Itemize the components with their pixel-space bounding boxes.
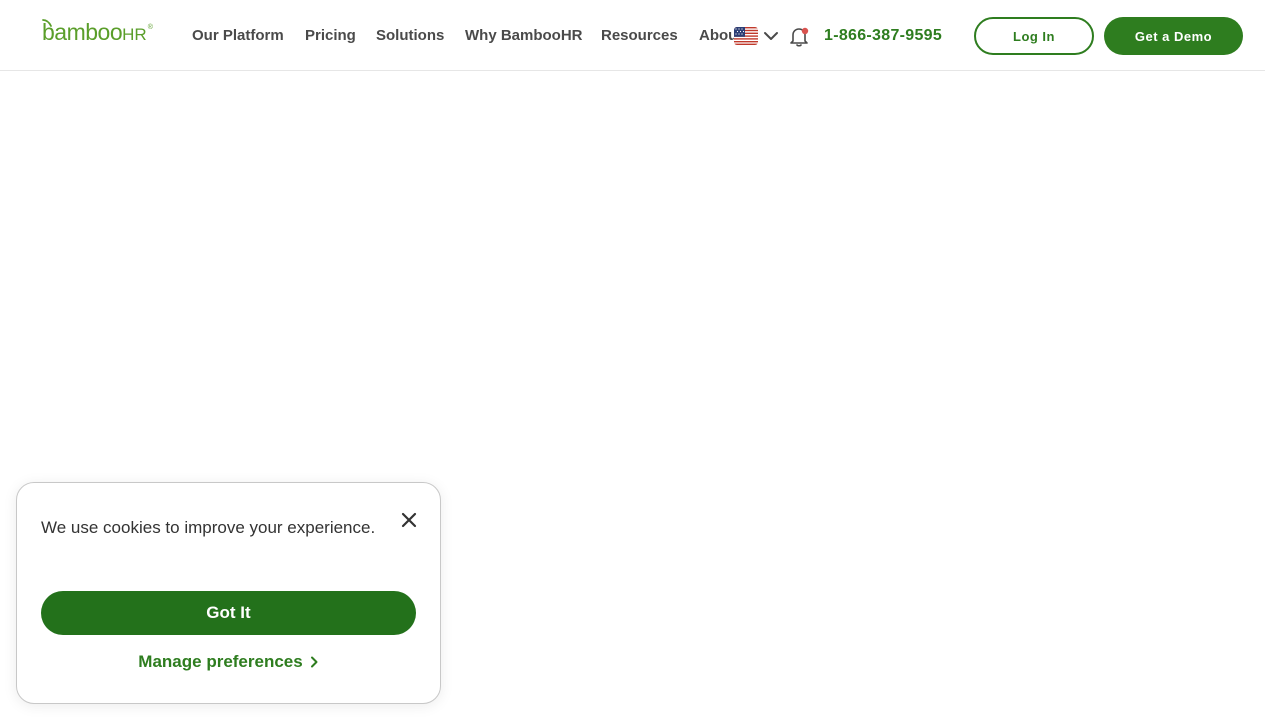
- nav-why-bamboohr[interactable]: Why BambooHR: [465, 26, 583, 46]
- nav-solutions[interactable]: Solutions: [376, 26, 444, 46]
- logo-text: bambooHR: [42, 21, 147, 46]
- us-flag-icon[interactable]: [734, 27, 758, 45]
- logo-registered-mark: ®: [147, 24, 153, 31]
- bell-icon[interactable]: [787, 24, 811, 48]
- close-icon[interactable]: [399, 510, 419, 530]
- login-button[interactable]: Log In: [974, 17, 1094, 55]
- main-nav: Our Platform Pricing Solutions Why Bambo…: [192, 26, 738, 48]
- phone-link[interactable]: 1-866-387-9595: [824, 25, 942, 47]
- logo-main: bamboo: [42, 19, 123, 45]
- bamboohr-logo[interactable]: bambooHR ®: [42, 19, 153, 46]
- manage-preferences-link[interactable]: Manage preferences: [17, 651, 440, 673]
- manage-preferences-label: Manage preferences: [138, 652, 303, 671]
- accept-cookies-button[interactable]: Got It: [41, 591, 416, 635]
- nav-resources[interactable]: Resources: [601, 26, 678, 46]
- cookie-banner: We use cookies to improve your experienc…: [16, 482, 441, 704]
- get-demo-button[interactable]: Get a Demo: [1104, 17, 1243, 55]
- cookie-message: We use cookies to improve your experienc…: [41, 518, 376, 537]
- notification-dot: [801, 27, 809, 35]
- nav-our-platform[interactable]: Our Platform: [192, 26, 284, 46]
- logo-suffix: HR: [122, 25, 147, 44]
- site-header: bambooHR ® Our Platform Pricing Solution…: [0, 0, 1265, 71]
- nav-about[interactable]: About: [699, 26, 738, 46]
- chevron-right-icon: [310, 656, 318, 668]
- nav-pricing[interactable]: Pricing: [305, 26, 356, 46]
- chevron-down-icon[interactable]: [762, 29, 780, 43]
